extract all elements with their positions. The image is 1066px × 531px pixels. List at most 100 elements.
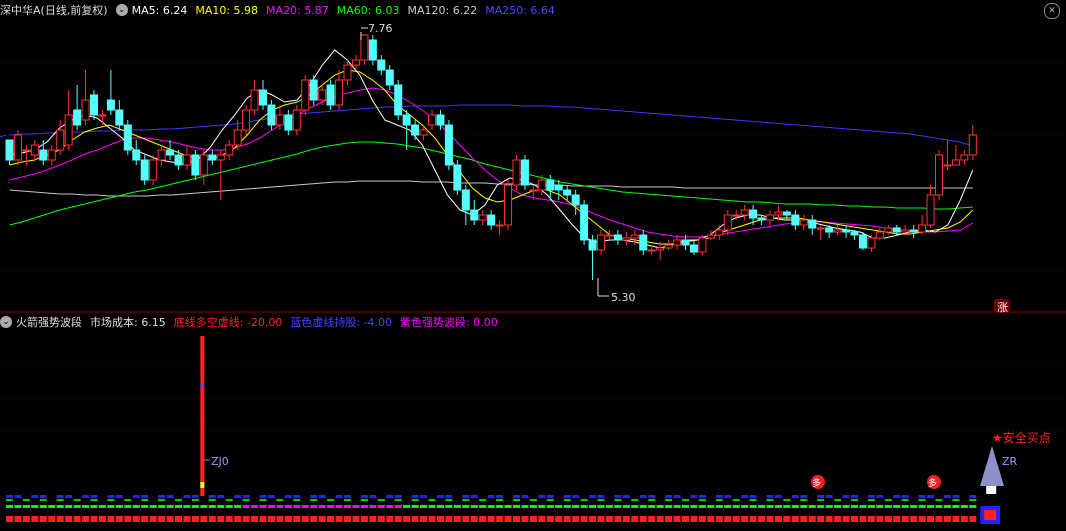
candle-down[interactable] <box>166 149 175 156</box>
candle-up[interactable] <box>157 149 166 161</box>
candle-up[interactable] <box>149 159 158 181</box>
candle-up[interactable] <box>647 249 656 252</box>
candle-down[interactable] <box>546 179 555 191</box>
candle-down[interactable] <box>73 109 82 126</box>
candle-up[interactable] <box>233 129 242 146</box>
candle-up[interactable] <box>250 89 259 111</box>
candle-up[interactable] <box>275 114 284 126</box>
candle-up[interactable] <box>960 154 969 161</box>
candle-up[interactable] <box>622 237 631 241</box>
candle-down[interactable] <box>368 39 377 61</box>
candle-up[interactable] <box>884 227 893 233</box>
candle-up[interactable] <box>242 109 251 131</box>
candle-up[interactable] <box>537 179 546 191</box>
candle-up[interactable] <box>360 34 369 61</box>
candle-up[interactable] <box>81 99 90 121</box>
candle-up[interactable] <box>225 144 234 156</box>
candle-down[interactable] <box>461 189 470 211</box>
candle-up[interactable] <box>918 224 927 233</box>
candle-up[interactable] <box>98 114 107 117</box>
candle-down[interactable] <box>284 114 293 131</box>
candle-down[interactable] <box>563 189 572 196</box>
candle-up[interactable] <box>673 239 682 246</box>
candle-down[interactable] <box>580 204 589 241</box>
candle-up[interactable] <box>495 224 504 227</box>
candle-up[interactable] <box>926 194 935 226</box>
zj0-bar[interactable] <box>200 336 205 496</box>
candle-up[interactable] <box>47 149 56 161</box>
candle-down[interactable] <box>588 239 597 251</box>
candle-up[interactable] <box>706 234 715 239</box>
candle-up[interactable] <box>335 79 344 106</box>
candle-down[interactable] <box>115 109 124 126</box>
candle-down[interactable] <box>174 154 183 166</box>
candle-down[interactable] <box>444 124 453 166</box>
candle-down[interactable] <box>377 59 386 71</box>
candle-down[interactable] <box>571 194 580 206</box>
candle-up[interactable] <box>216 154 225 161</box>
candle-up[interactable] <box>478 214 487 221</box>
candle-up[interactable] <box>428 114 436 126</box>
candle-down[interactable] <box>520 159 529 186</box>
candle-down[interactable] <box>782 211 791 216</box>
candle-down[interactable] <box>639 234 648 251</box>
candle-up[interactable] <box>318 89 327 101</box>
candle-down[interactable] <box>436 114 445 126</box>
candle-up[interactable] <box>199 154 208 176</box>
candle-up[interactable] <box>901 229 910 233</box>
candle-up[interactable] <box>512 159 521 186</box>
candle-down[interactable] <box>106 99 115 111</box>
candle-up[interactable] <box>766 214 774 221</box>
candle-down[interactable] <box>825 227 834 233</box>
candle-down[interactable] <box>892 227 901 233</box>
candle-down[interactable] <box>123 124 132 151</box>
candle-down[interactable] <box>326 84 335 106</box>
candle-up[interactable] <box>732 214 741 217</box>
candle-down[interactable] <box>487 214 496 226</box>
chevron-down-icon[interactable]: ⌄ <box>115 4 128 16</box>
candle-up[interactable] <box>968 134 977 156</box>
close-icon[interactable]: ✕ <box>1044 3 1060 19</box>
candle-up[interactable] <box>630 234 639 239</box>
candle-down[interactable] <box>689 244 698 253</box>
candle-up[interactable] <box>529 189 538 192</box>
candle-down[interactable] <box>681 239 690 246</box>
candle-down[interactable] <box>208 154 217 161</box>
candle-down[interactable] <box>39 149 48 161</box>
candle-up[interactable] <box>867 237 876 249</box>
candle-up[interactable] <box>875 231 884 239</box>
candle-up[interactable] <box>816 227 825 230</box>
indicator-series[interactable] <box>6 336 1001 524</box>
candle-up[interactable] <box>504 184 513 226</box>
candle-up[interactable] <box>723 214 732 231</box>
candle-up[interactable] <box>605 234 614 237</box>
candle-up[interactable] <box>292 109 301 131</box>
candle-up[interactable] <box>301 79 310 111</box>
candle-up[interactable] <box>351 59 360 66</box>
candle-up[interactable] <box>698 237 707 253</box>
candle-down[interactable] <box>385 69 394 86</box>
candle-up[interactable] <box>22 149 31 152</box>
candle-up[interactable] <box>597 234 605 251</box>
candle-down[interactable] <box>791 214 800 226</box>
candle-down[interactable] <box>909 229 918 233</box>
candle-up[interactable] <box>664 244 673 249</box>
candle-up[interactable] <box>30 144 39 156</box>
candle-up[interactable] <box>943 164 952 167</box>
candle-down[interactable] <box>402 114 411 126</box>
candle-down[interactable] <box>309 79 318 101</box>
candle-down[interactable] <box>453 164 462 191</box>
chevron-down-icon[interactable]: ⌄ <box>0 316 12 328</box>
candle-up[interactable] <box>419 129 428 136</box>
candle-down[interactable] <box>757 217 766 221</box>
candle-down[interactable] <box>140 159 149 181</box>
candle-up[interactable] <box>343 64 352 81</box>
candle-down[interactable] <box>470 209 479 221</box>
candle-down[interactable] <box>90 94 98 116</box>
candle-down[interactable] <box>554 184 563 191</box>
candle-up[interactable] <box>951 159 960 166</box>
candle-up[interactable] <box>64 114 73 146</box>
candle-up[interactable] <box>715 229 724 236</box>
candle-down[interactable] <box>842 229 851 233</box>
candle-up[interactable] <box>833 229 842 233</box>
